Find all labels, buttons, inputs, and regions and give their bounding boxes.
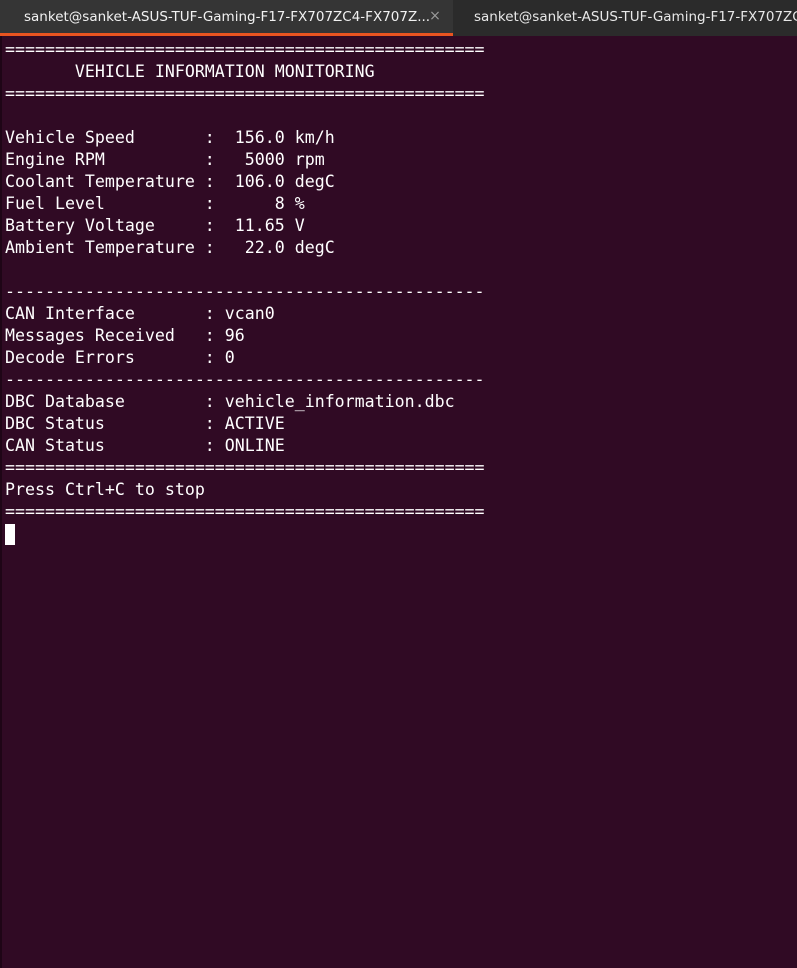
tab-terminal-2[interactable]: sanket@sanket-ASUS-TUF-Gaming-F17-FX707Z…	[453, 0, 797, 36]
tab-title: sanket@sanket-ASUS-TUF-Gaming-F17-FX707Z…	[24, 9, 431, 25]
tab-bar: sanket@sanket-ASUS-TUF-Gaming-F17-FX707Z…	[0, 0, 797, 36]
terminal-pane[interactable]: ========================================…	[0, 36, 797, 968]
close-icon[interactable]: ×	[427, 8, 443, 24]
tab-title: sanket@sanket-ASUS-TUF-Gaming-F17-FX707Z…	[474, 9, 797, 25]
terminal-output: ========================================…	[5, 40, 485, 521]
pane-border	[0, 36, 2, 968]
text-cursor	[5, 524, 15, 545]
terminal-window: sanket@sanket-ASUS-TUF-Gaming-F17-FX707Z…	[0, 0, 797, 968]
tab-terminal-1[interactable]: sanket@sanket-ASUS-TUF-Gaming-F17-FX707Z…	[0, 0, 453, 36]
